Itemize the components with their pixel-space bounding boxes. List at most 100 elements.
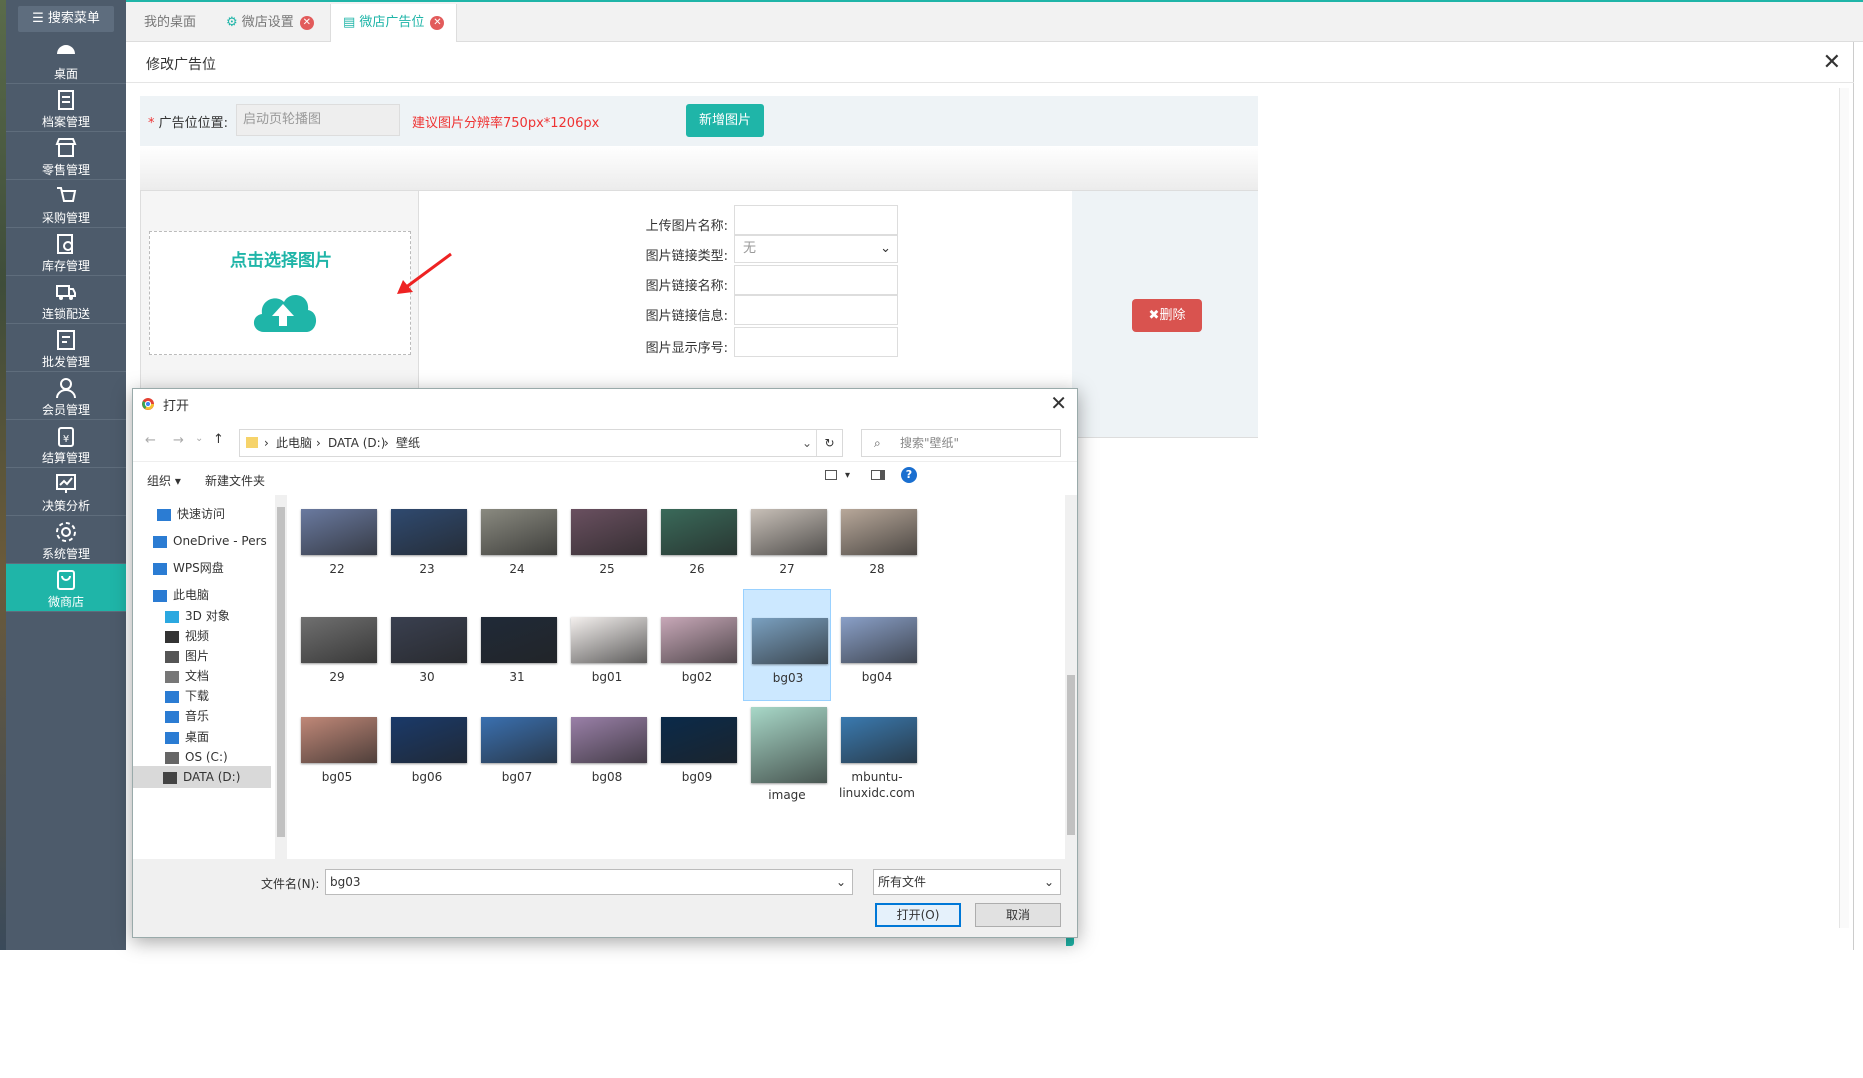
sidebar-item[interactable]: 决策分析	[6, 468, 126, 516]
sidebar-item[interactable]: 连锁配送	[6, 276, 126, 324]
file-item[interactable]: 22	[293, 489, 381, 601]
panel-scrollbar[interactable]	[1839, 88, 1849, 928]
chevron-down-icon[interactable]: ⌄	[836, 870, 846, 894]
back-icon[interactable]: ←	[145, 433, 156, 448]
store-icon	[55, 138, 77, 157]
link-type-select[interactable]: 无 ⌄	[734, 235, 898, 263]
close-icon[interactable]: ✕	[1823, 50, 1841, 75]
tree-item[interactable]: DATA (D:)	[133, 766, 271, 788]
filename-input[interactable]: bg03 ⌄	[325, 869, 853, 895]
sidebar-item[interactable]: 零售管理	[6, 132, 126, 180]
tree-item[interactable]: 此电脑	[153, 584, 271, 606]
refresh-icon[interactable]: ↻	[816, 430, 842, 456]
file-item[interactable]: bg03	[743, 589, 831, 701]
field-input[interactable]	[734, 295, 898, 325]
gear-icon	[56, 522, 76, 542]
search-menu-icon: ☰	[32, 11, 48, 26]
resolution-tip: 建议图片分辨率750px*1206px	[412, 116, 600, 131]
file-thumbnail	[751, 509, 827, 555]
open-button[interactable]: 打开(O)	[875, 903, 961, 927]
tree-item[interactable]: 快速访问	[157, 503, 275, 525]
file-item[interactable]: 26	[653, 489, 741, 601]
file-item[interactable]: bg05	[293, 689, 381, 801]
close-tab-icon[interactable]: ✕	[299, 15, 314, 30]
field-input[interactable]	[734, 327, 898, 357]
tab-shop-ad[interactable]: ▤ 微店广告位 ✕	[330, 4, 458, 42]
preview-pane-icon[interactable]	[871, 470, 885, 480]
file-item[interactable]: bg09	[653, 689, 741, 801]
file-item[interactable]: bg08	[563, 689, 651, 801]
file-item[interactable]: mbuntu-linuxidc.com	[833, 689, 921, 801]
tree-item[interactable]: 下载	[165, 685, 283, 707]
tree-item[interactable]: OS (C:)	[165, 746, 283, 768]
shop-bag-icon	[57, 570, 75, 590]
search-input[interactable]: ⌕ 搜索"壁纸"	[861, 429, 1061, 457]
view-icon[interactable]	[825, 470, 837, 480]
tree-scrollbar[interactable]	[275, 495, 287, 859]
upload-card[interactable]: 点击选择图片	[149, 231, 411, 355]
path-segment[interactable]: 壁纸	[396, 430, 420, 456]
tree-item[interactable]: 视频	[165, 625, 283, 647]
file-item[interactable]: 28	[833, 489, 921, 601]
tree-item[interactable]: 图片	[165, 645, 283, 667]
file-item[interactable]: 31	[473, 589, 561, 701]
help-icon[interactable]: ?	[901, 467, 917, 483]
file-item[interactable]: 25	[563, 489, 651, 601]
grid-scrollbar[interactable]	[1065, 495, 1077, 859]
chevron-down-icon[interactable]: ⌄	[802, 430, 812, 456]
add-image-button[interactable]: 新增图片	[686, 104, 764, 137]
tree-item[interactable]: OneDrive - Pers	[153, 530, 271, 552]
tree-item-icon	[165, 610, 179, 623]
file-item[interactable]: bg07	[473, 689, 561, 801]
file-item[interactable]: 30	[383, 589, 471, 701]
tree-item[interactable]: 音乐	[165, 705, 283, 727]
chevron-down-icon: ⌄	[1043, 875, 1054, 889]
path-segment[interactable]: 此电脑	[276, 430, 312, 456]
tree-item-label: 桌面	[185, 730, 210, 744]
tab-shop-settings[interactable]: ⚙ 微店设置 ✕	[214, 4, 326, 42]
file-item[interactable]: 24	[473, 489, 561, 601]
forward-icon[interactable]: →	[173, 433, 184, 448]
file-name: image	[768, 788, 806, 802]
organize-menu[interactable]: 组织 ▾	[147, 472, 181, 489]
file-name: 25	[599, 562, 615, 576]
sidebar-item[interactable]: 采购管理	[6, 180, 126, 228]
tree-item[interactable]: WPS网盘	[153, 557, 271, 579]
up-arrow-icon[interactable]: ↑	[213, 432, 224, 447]
file-item[interactable]: bg04	[833, 589, 921, 701]
path-bar[interactable]: › 此电脑 › DATA (D:) › 壁纸 ⌄ ↻	[239, 429, 843, 457]
delete-button[interactable]: ✖删除	[1132, 299, 1202, 332]
sidebar-item[interactable]: 桌面	[6, 36, 126, 84]
tree-item[interactable]: 桌面	[165, 726, 283, 748]
path-segment[interactable]: DATA (D:)	[328, 430, 385, 456]
sidebar-item[interactable]: 库存管理	[6, 228, 126, 276]
field-input[interactable]	[734, 205, 898, 235]
file-item[interactable]: 23	[383, 489, 471, 601]
sidebar-item[interactable]: ¥ 结算管理	[6, 420, 126, 468]
sidebar-item[interactable]: 会员管理	[6, 372, 126, 420]
new-folder-button[interactable]: 新建文件夹	[205, 472, 265, 489]
field-input[interactable]	[734, 265, 898, 295]
file-item[interactable]: 27	[743, 489, 831, 601]
close-icon[interactable]: ✕	[1050, 391, 1067, 415]
chevron-down-icon[interactable]: ⌄	[195, 433, 203, 444]
sidebar-item-label: 决策分析	[41, 499, 90, 513]
file-item[interactable]: bg02	[653, 589, 741, 701]
sidebar-item[interactable]: 系统管理	[6, 516, 126, 564]
sidebar-item-label: 微商店	[47, 595, 84, 609]
cancel-button[interactable]: 取消	[975, 903, 1061, 927]
menu-search-button[interactable]: ☰ 搜索菜单	[18, 6, 114, 32]
file-item[interactable]: bg06	[383, 689, 471, 801]
file-item[interactable]: 29	[293, 589, 381, 701]
filetype-select[interactable]: 所有文件 ⌄	[873, 869, 1061, 895]
sidebar-item[interactable]: 档案管理	[6, 84, 126, 132]
tab-desktop[interactable]: 我的桌面	[132, 4, 208, 42]
chevron-down-icon[interactable]: ▾	[845, 470, 850, 481]
close-tab-icon[interactable]: ✕	[430, 15, 445, 30]
sidebar-item[interactable]: 批发管理	[6, 324, 126, 372]
file-item[interactable]: bg01	[563, 589, 651, 701]
sidebar-item[interactable]: 微商店	[6, 564, 126, 612]
file-item[interactable]: image	[743, 689, 831, 802]
tree-item[interactable]: 文档	[165, 665, 283, 687]
tree-item[interactable]: 3D 对象	[165, 605, 283, 627]
